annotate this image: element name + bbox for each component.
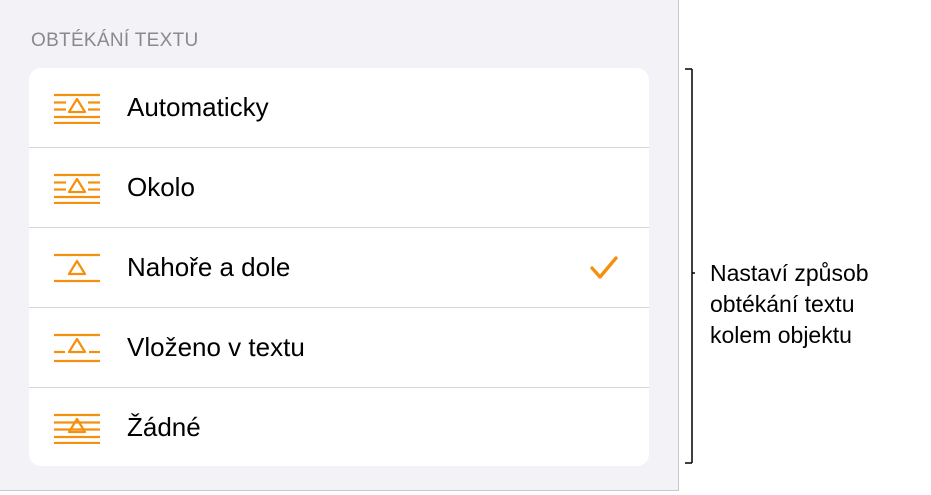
callout-line: Nastaví způsob	[710, 260, 869, 286]
option-label: Okolo	[127, 172, 195, 202]
option-label: Nahoře a dole	[127, 252, 291, 282]
option-label: Vloženo v textu	[127, 332, 305, 362]
callout-text: Nastaví způsob obtékání textu kolem obje…	[710, 258, 925, 351]
wrap-options-list: Automaticky Okolo Nahoře a dole Vloženo …	[29, 68, 649, 466]
option-none[interactable]: Žádné	[29, 388, 649, 466]
wrap-above-below-icon	[52, 252, 102, 284]
callout-line: kolem objektu	[710, 322, 852, 348]
option-above-below[interactable]: Nahoře a dole	[29, 228, 649, 308]
option-inline[interactable]: Vloženo v textu	[29, 308, 649, 388]
section-header: OBTÉKÁNÍ TEXTU	[31, 30, 199, 51]
option-around[interactable]: Okolo	[29, 148, 649, 228]
option-automatic[interactable]: Automaticky	[29, 68, 649, 148]
wrap-around-icon	[52, 172, 102, 204]
option-label: Automaticky	[127, 92, 269, 122]
wrap-automatic-icon	[52, 92, 102, 124]
callout-bracket	[685, 68, 695, 464]
option-label: Žádné	[127, 412, 201, 442]
wrap-inline-icon	[52, 332, 102, 364]
callout-line: obtékání textu	[710, 291, 855, 317]
wrap-none-icon	[52, 412, 102, 444]
text-wrap-panel: OBTÉKÁNÍ TEXTU Automaticky Okolo Nahoře …	[0, 0, 679, 491]
checkmark-icon	[589, 255, 619, 281]
